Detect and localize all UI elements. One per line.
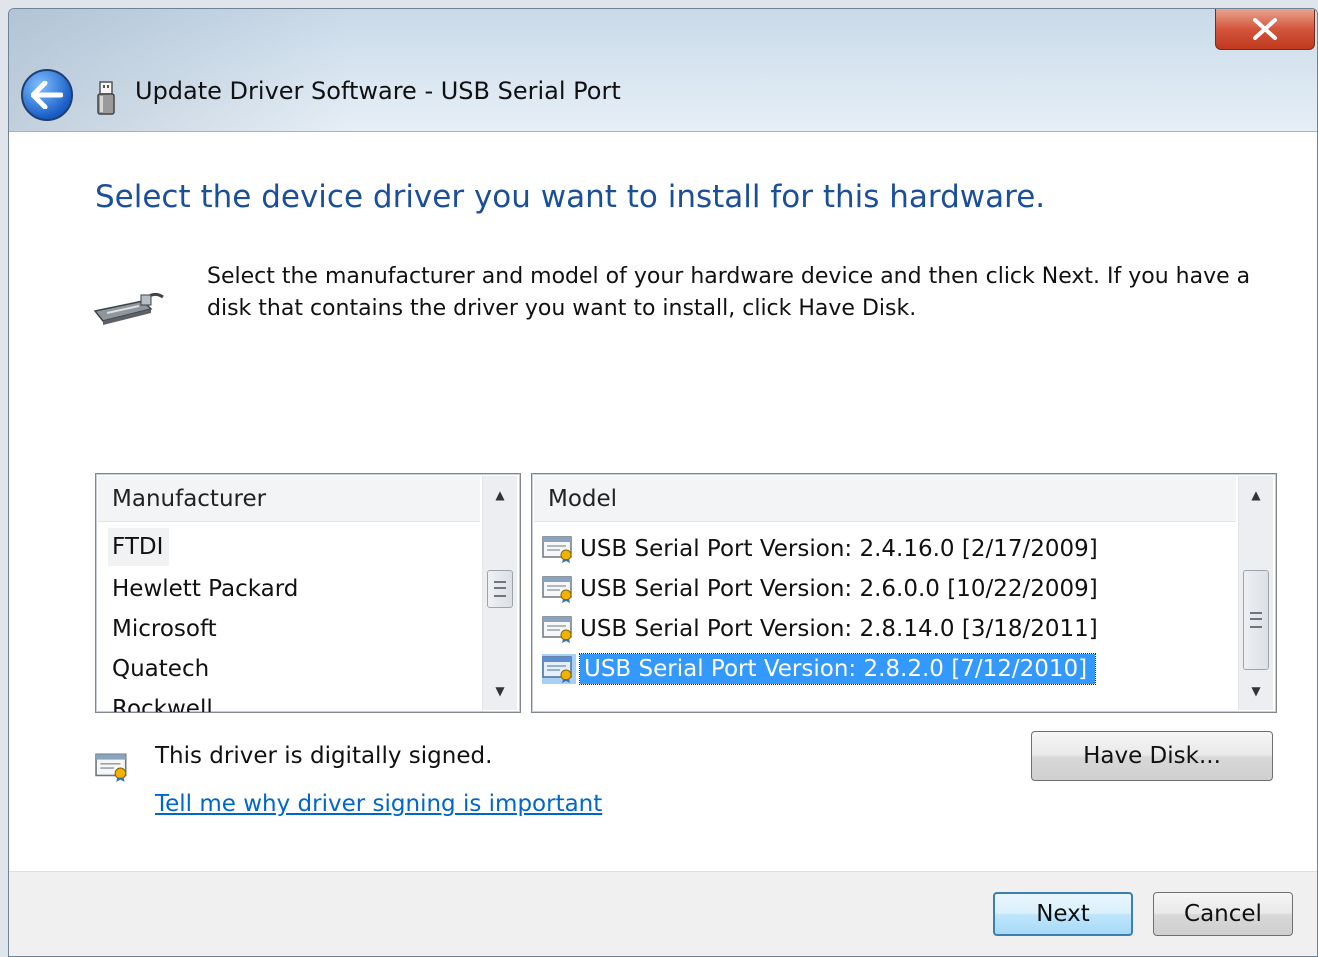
manufacturer-item-label: Quatech [112,656,210,682]
model-item[interactable]: USB Serial Port Version: 2.6.0.0 [10/22/… [542,570,1098,608]
title-bar: Update Driver Software - USB Serial Port [9,9,1317,132]
cancel-button[interactable]: Cancel [1153,892,1293,936]
close-x-icon [1253,18,1277,40]
update-driver-window: Update Driver Software - USB Serial Port… [8,8,1318,957]
serial-port-device-icon [93,292,164,325]
cancel-button-label: Cancel [1184,901,1262,927]
model-item-selected[interactable]: USB Serial Port Version: 2.8.2.0 [7/12/2… [542,650,1097,688]
certificate-icon [95,753,127,782]
dialog-footer: Next Cancel [9,871,1317,956]
model-item-label: USB Serial Port Version: 2.4.16.0 [2/17/… [580,536,1098,562]
window-title: Update Driver Software - USB Serial Port [135,77,621,105]
manufacturer-item-label: Microsoft [112,616,217,642]
certificate-icon [542,654,576,684]
manufacturer-column-header[interactable]: Manufacturer [98,476,480,522]
model-item-label: USB Serial Port Version: 2.6.0.0 [10/22/… [580,576,1098,602]
model-item[interactable]: USB Serial Port Version: 2.8.14.0 [3/18/… [542,610,1098,648]
back-button[interactable] [21,69,73,121]
certificate-icon [542,576,572,603]
driver-signing-link[interactable]: Tell me why driver signing is important [155,791,602,817]
manufacturer-scrollbar[interactable]: ▲ ▼ [482,476,517,710]
model-column-header[interactable]: Model [534,476,1236,522]
next-button[interactable]: Next [993,892,1133,936]
manufacturer-item-label: FTDI [112,534,164,560]
scroll-down-arrow-icon[interactable]: ▼ [1239,674,1273,708]
manufacturer-item[interactable]: Microsoft [112,610,217,648]
usb-plug-icon [97,81,115,115]
certificate-icon [542,616,572,643]
model-scrollbar[interactable]: ▲ ▼ [1238,476,1273,710]
model-item-label: USB Serial Port Version: 2.8.2.0 [7/12/2… [578,653,1097,685]
next-button-label: Next [1036,901,1090,927]
model-item-label: USB Serial Port Version: 2.8.14.0 [3/18/… [580,616,1098,642]
close-button[interactable] [1215,9,1315,50]
manufacturer-item[interactable]: Hewlett Packard [112,570,298,608]
manufacturer-item[interactable]: Rockwell [112,690,213,713]
scroll-up-arrow-icon[interactable]: ▲ [1239,478,1273,512]
manufacturer-item[interactable]: FTDI [108,528,170,566]
instructions-text: Select the manufacturer and model of you… [207,264,1251,321]
have-disk-button[interactable]: Have Disk... [1031,731,1273,781]
page-heading: Select the device driver you want to ins… [95,179,1046,215]
scroll-thumb[interactable] [487,570,513,608]
scroll-down-arrow-icon[interactable]: ▼ [483,674,517,708]
manufacturer-item-label: Rockwell [112,696,213,713]
model-listbox[interactable]: Model USB Serial Port Version: 2.4.16.0 … [531,473,1277,713]
scroll-thumb[interactable] [1243,570,1269,670]
scroll-up-arrow-icon[interactable]: ▲ [483,478,517,512]
have-disk-button-label: Have Disk... [1083,743,1221,769]
manufacturer-listbox[interactable]: Manufacturer FTDI Hewlett Packard Micros… [95,473,521,713]
scroll-grip-icon [494,581,506,597]
certificate-icon [542,536,572,563]
model-item[interactable]: USB Serial Port Version: 2.4.16.0 [2/17/… [542,530,1098,568]
manufacturer-item-label: Hewlett Packard [112,576,299,602]
back-arrow-icon [31,81,63,109]
scroll-grip-icon [1250,612,1262,628]
manufacturer-item[interactable]: Quatech [112,650,209,688]
signing-status-text: This driver is digitally signed. [155,743,493,769]
